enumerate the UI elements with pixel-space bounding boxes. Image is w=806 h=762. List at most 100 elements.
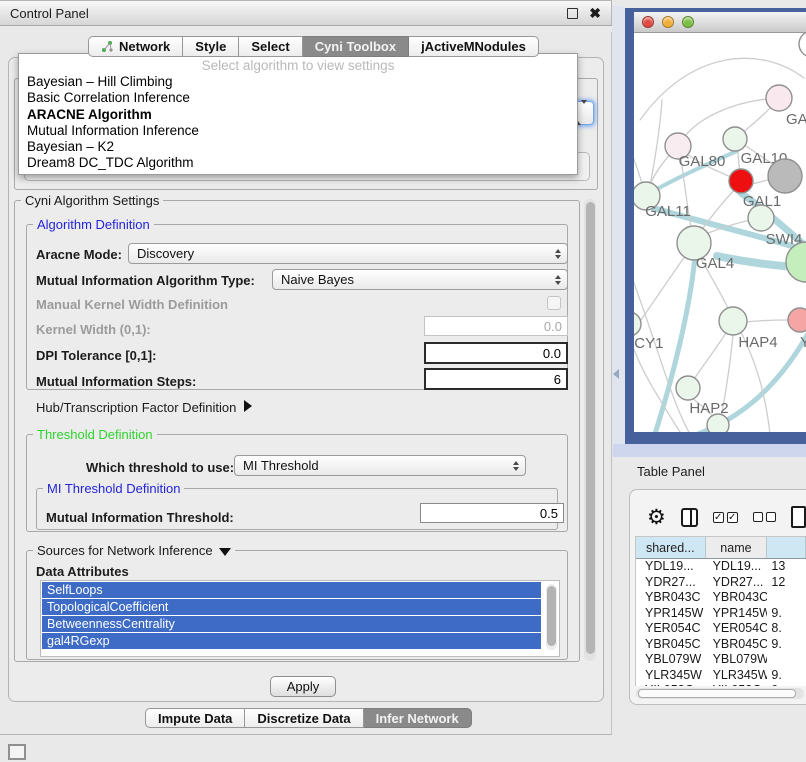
network-edge[interactable] bbox=[745, 320, 789, 322]
network-node-swi4[interactable] bbox=[748, 205, 774, 231]
tab-jactivemnodules[interactable]: jActiveMNodules bbox=[409, 36, 539, 57]
dropdown-item[interactable]: Basic Correlation Inference bbox=[19, 90, 577, 106]
attributes-scrollbar-thumb[interactable] bbox=[547, 586, 556, 646]
table-row[interactable]: YLR345WYLR345W9. bbox=[636, 668, 806, 684]
deselect-all-icon[interactable] bbox=[753, 512, 776, 522]
tab-select[interactable]: Select bbox=[239, 36, 302, 57]
dock-panel-icon[interactable] bbox=[8, 744, 26, 760]
table-cell: YBR043C bbox=[706, 590, 768, 606]
table-cell: YER054C bbox=[706, 621, 768, 637]
new-table-icon[interactable] bbox=[791, 506, 806, 528]
which-threshold-select[interactable]: MI Threshold bbox=[234, 455, 526, 476]
tab-impute-data[interactable]: Impute Data bbox=[145, 708, 245, 728]
tab-label: Select bbox=[251, 39, 289, 54]
network-node-hap2[interactable] bbox=[676, 376, 700, 400]
table-column-header[interactable] bbox=[767, 537, 806, 558]
tab-style[interactable]: Style bbox=[183, 36, 239, 57]
table-row[interactable]: YBR043CYBR043C bbox=[636, 590, 806, 606]
attribute-list-item[interactable]: BetweennessCentrality bbox=[42, 616, 541, 632]
hub-definition-toggle[interactable]: Hub/Transcription Factor Definition bbox=[36, 400, 252, 415]
table-row[interactable]: YPR145WYPR145W9. bbox=[636, 606, 806, 622]
dropdown-item[interactable]: Mutual Information Inference bbox=[19, 123, 577, 139]
zoom-traffic-light-icon[interactable] bbox=[682, 16, 694, 28]
table-row[interactable]: YER054CYER054C8. bbox=[636, 621, 806, 637]
network-window-titlebar bbox=[634, 12, 806, 33]
table-hscrollbar[interactable] bbox=[636, 688, 804, 699]
combo-arrows-icon bbox=[513, 461, 519, 471]
attribute-list-item[interactable]: SelfLoops bbox=[42, 582, 541, 598]
minimize-traffic-light-icon[interactable] bbox=[662, 16, 674, 28]
network-node-label: GCY1 bbox=[634, 335, 663, 352]
attribute-list-item[interactable]: TopologicalCoefficient bbox=[42, 599, 541, 615]
network-node-gal1[interactable] bbox=[729, 169, 753, 193]
settings-scrollbar-thumb[interactable] bbox=[586, 202, 595, 654]
network-node-hap4[interactable] bbox=[719, 307, 747, 335]
select-all-icon[interactable]: ✓✓ bbox=[713, 512, 738, 523]
mi-steps-input[interactable]: 6 bbox=[424, 368, 568, 390]
which-threshold-value: MI Threshold bbox=[243, 458, 319, 473]
table-row[interactable]: YDR27...YDR27...12 bbox=[636, 575, 806, 591]
table-cell: YDR27... bbox=[636, 575, 706, 591]
network-edge[interactable] bbox=[634, 252, 688, 330]
table-cell bbox=[767, 590, 806, 606]
network-node[interactable] bbox=[768, 159, 802, 193]
aracne-mode-select[interactable]: Discovery bbox=[128, 243, 568, 264]
mi-threshold-label: Mutual Information Threshold: bbox=[46, 510, 234, 525]
gear-icon[interactable]: ⚙ bbox=[647, 507, 666, 528]
settings-scrollbar[interactable] bbox=[584, 199, 596, 661]
mi-type-select[interactable]: Naive Bayes bbox=[272, 269, 568, 290]
network-node-gal10[interactable] bbox=[723, 127, 747, 151]
cyni-bottom-tabbar: Impute Data Discretize Data Infer Network bbox=[145, 708, 472, 728]
mi-threshold-input[interactable]: 0.5 bbox=[420, 503, 564, 523]
manual-kernel-checkbox[interactable] bbox=[547, 296, 561, 310]
close-icon[interactable]: ✖ bbox=[589, 8, 601, 19]
table-row[interactable]: YBL079WYBL079W bbox=[636, 652, 806, 668]
table-cell: YIL052C bbox=[706, 683, 768, 686]
disclosure-down-icon[interactable] bbox=[219, 548, 231, 556]
table-row[interactable]: YBR045CYBR045C9. bbox=[636, 637, 806, 653]
attribute-list-item[interactable]: gal4RGexp bbox=[42, 633, 541, 649]
dropdown-item[interactable]: ARACNE Algorithm bbox=[19, 107, 577, 123]
table-row[interactable]: YDL19...YDL19...13 bbox=[636, 559, 806, 575]
table-cell: YIL052C bbox=[636, 683, 706, 686]
attributes-scrollbar[interactable] bbox=[546, 584, 557, 650]
table-column-header[interactable]: name bbox=[706, 537, 768, 558]
splitter-collapse-icon[interactable] bbox=[613, 369, 619, 379]
columns-icon[interactable] bbox=[681, 508, 698, 527]
sources-group-title[interactable]: Sources for Network Inference bbox=[33, 543, 235, 558]
dropdown-item[interactable]: Bayesian – K2 bbox=[19, 139, 577, 155]
table-cell: 9 bbox=[767, 683, 806, 686]
tab-network[interactable]: Network bbox=[88, 36, 183, 57]
data-attributes-list[interactable]: SelfLoopsTopologicalCoefficientBetweenne… bbox=[40, 580, 560, 657]
tab-discretize-data[interactable]: Discretize Data bbox=[245, 708, 363, 728]
table-cell: YLR345W bbox=[636, 668, 706, 684]
network-edge[interactable] bbox=[649, 100, 662, 191]
dpi-tolerance-input[interactable]: 0.0 bbox=[424, 342, 568, 364]
network-node-label: Y bbox=[800, 334, 806, 351]
network-canvas[interactable]: GALGAL80GAL10GAL1GAL11SWI4GAL4GCY1HAP4YH… bbox=[634, 33, 806, 432]
table-header-row: shared...name bbox=[636, 537, 806, 559]
network-node-y[interactable] bbox=[788, 308, 806, 332]
network-node-gcy1[interactable] bbox=[634, 312, 641, 336]
close-traffic-light-icon[interactable] bbox=[642, 16, 654, 28]
tab-infer-network[interactable]: Infer Network bbox=[364, 708, 472, 728]
table-cell: YBL079W bbox=[706, 652, 768, 668]
dropdown-item[interactable]: Dream8 DC_TDC Algorithm bbox=[19, 155, 577, 171]
network-node[interactable] bbox=[799, 33, 806, 57]
table-hscrollbar-thumb[interactable] bbox=[638, 689, 796, 698]
network-node[interactable] bbox=[707, 414, 729, 432]
network-edge[interactable] bbox=[692, 330, 728, 382]
network-icon bbox=[101, 40, 114, 53]
network-node-gal[interactable] bbox=[766, 85, 792, 111]
table-column-header[interactable]: shared... bbox=[636, 537, 706, 558]
tab-cyni-toolbox[interactable]: Cyni Toolbox bbox=[303, 36, 409, 57]
desktop-background bbox=[612, 6, 625, 456]
apply-button[interactable]: Apply bbox=[270, 676, 336, 697]
tab-label: Discretize Data bbox=[257, 711, 350, 726]
threshold-definition-title: Threshold Definition bbox=[33, 427, 157, 442]
float-window-icon[interactable] bbox=[567, 8, 578, 19]
table-row[interactable]: YIL052CYIL052C9 bbox=[636, 683, 806, 686]
dropdown-item[interactable]: Bayesian – Hill Climbing bbox=[19, 74, 577, 90]
disclosure-right-icon[interactable] bbox=[244, 400, 252, 412]
kernel-width-input[interactable]: 0.0 bbox=[424, 316, 568, 336]
